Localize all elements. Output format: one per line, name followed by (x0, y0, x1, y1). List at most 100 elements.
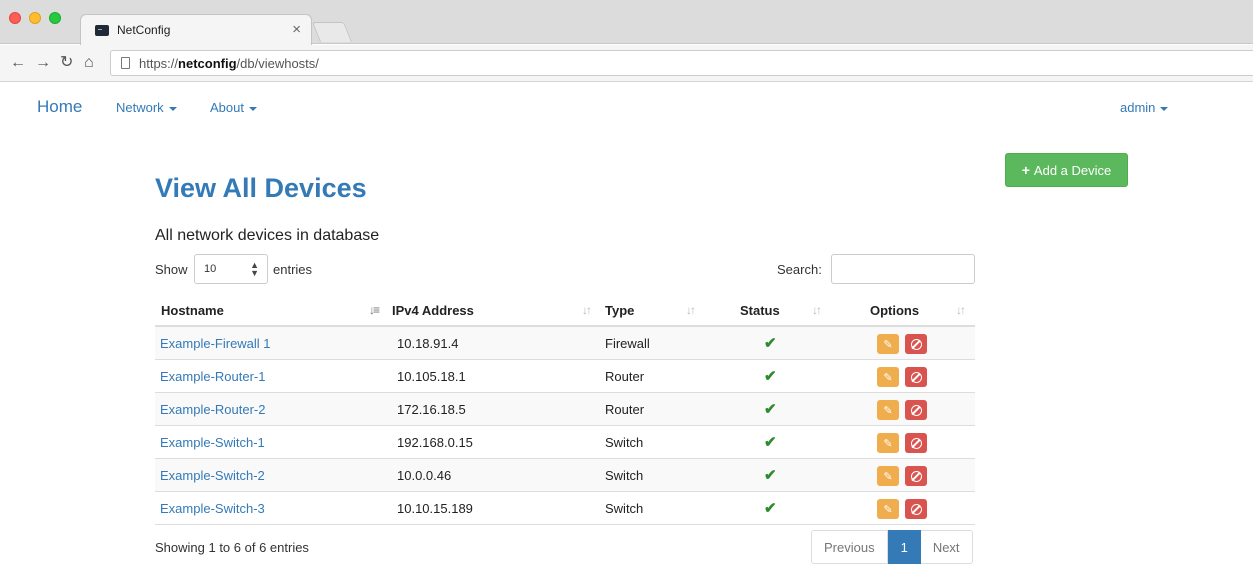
status-check-icon: ✔ (764, 368, 777, 385)
column-header-status[interactable]: Status (740, 303, 780, 318)
network-menu-label: Network (116, 100, 164, 115)
edit-button[interactable]: ✎ (877, 367, 899, 387)
new-tab-button[interactable] (311, 22, 353, 42)
delete-button[interactable] (905, 334, 927, 354)
edit-button[interactable]: ✎ (877, 400, 899, 420)
column-header-type[interactable]: Type (605, 303, 634, 318)
ban-icon (910, 503, 922, 515)
sort-asc-icon[interactable]: ↓≡ (369, 303, 380, 317)
back-arrow-icon[interactable]: ← (10, 54, 26, 72)
network-menu[interactable]: Network (116, 100, 177, 115)
tab-title: NetConfig (117, 23, 171, 37)
type-cell: Switch (605, 468, 644, 483)
show-label: Show (155, 262, 188, 277)
pencil-icon: ✎ (883, 503, 893, 516)
edit-button[interactable]: ✎ (877, 466, 899, 486)
page-title: View All Devices (155, 173, 367, 203)
column-header-ipv4[interactable]: IPv4 Address (392, 303, 474, 318)
delete-button[interactable] (905, 433, 927, 453)
ban-icon (910, 404, 922, 416)
delete-button[interactable] (905, 499, 927, 519)
sort-icon[interactable]: ↓↑ (686, 303, 696, 317)
status-check-icon: ✔ (764, 434, 777, 451)
table-header: Hostname ↓≡ IPv4 Address ↓↑ Type ↓↑ Stat… (155, 294, 975, 327)
edit-button[interactable]: ✎ (877, 433, 899, 453)
table-info: Showing 1 to 6 of 6 entries (155, 540, 309, 555)
delete-button[interactable] (905, 466, 927, 486)
sort-icon[interactable]: ↓↑ (812, 303, 822, 317)
page-size-value: 10 (204, 263, 217, 275)
select-arrows-icon: ▲ ▼ (250, 260, 259, 278)
edit-button[interactable]: ✎ (877, 334, 899, 354)
sort-icon[interactable]: ↓↑ (956, 303, 966, 317)
search-input[interactable] (831, 254, 975, 284)
caret-down-icon (168, 106, 177, 111)
sort-icon[interactable]: ↓↑ (582, 303, 592, 317)
browser-toolbar: ← → ↻ ⌂ https://netconfig/db/viewhosts/ (0, 45, 1253, 82)
home-link[interactable]: Home (37, 97, 82, 117)
pencil-icon: ✎ (883, 437, 893, 450)
about-menu[interactable]: About (210, 100, 257, 115)
table-row: Example-Switch-1 192.168.0.15 Switch ✔ ✎ (155, 426, 975, 459)
minimize-window-button[interactable] (29, 12, 41, 24)
hostname-link[interactable]: Example-Router-1 (160, 369, 266, 384)
reload-icon[interactable]: ↻ (60, 54, 73, 72)
hostname-link[interactable]: Example-Router-2 (160, 402, 266, 417)
delete-button[interactable] (905, 367, 927, 387)
type-cell: Switch (605, 435, 644, 450)
status-check-icon: ✔ (764, 500, 777, 517)
hostname-link[interactable]: Example-Switch-2 (160, 468, 265, 483)
ban-icon (910, 437, 922, 449)
address-bar[interactable]: https://netconfig/db/viewhosts/ (110, 50, 1253, 76)
pencil-icon: ✎ (883, 371, 893, 384)
pagination: Previous 1 Next (811, 530, 973, 564)
page-subtitle: All network devices in database (155, 227, 380, 244)
previous-page-button[interactable]: Previous (811, 530, 888, 564)
edit-button[interactable]: ✎ (877, 499, 899, 519)
table-row: Example-Switch-2 10.0.0.46 Switch ✔ ✎ (155, 459, 975, 492)
ban-icon (910, 371, 922, 383)
page-size-select[interactable]: 10 ▲ ▼ (194, 254, 268, 284)
type-cell: Switch (605, 501, 644, 516)
delete-button[interactable] (905, 400, 927, 420)
table-row: Example-Switch-3 10.10.15.189 Switch ✔ ✎ (155, 492, 975, 525)
ipv4-cell: 10.10.15.189 (397, 501, 473, 516)
hostname-link[interactable]: Example-Switch-3 (160, 501, 265, 516)
terminal-icon (95, 25, 109, 36)
app-navbar: Home Network About admin (0, 83, 1253, 131)
entries-label: entries (273, 262, 313, 277)
type-cell: Firewall (605, 336, 650, 351)
user-menu-label: admin (1120, 100, 1156, 115)
pencil-icon: ✎ (883, 338, 893, 351)
hostname-link[interactable]: Example-Firewall 1 (160, 336, 271, 351)
user-menu[interactable]: admin (1120, 100, 1169, 115)
browser-tab-bar: NetConfig × (0, 0, 1253, 45)
url-text: https://netconfig/db/viewhosts/ (139, 56, 319, 71)
ban-icon (910, 338, 922, 350)
table-row: Example-Firewall 1 10.18.91.4 Firewall ✔… (155, 327, 975, 360)
add-device-button[interactable]: + Add a Device (1005, 153, 1128, 187)
browser-tab[interactable]: NetConfig × (80, 14, 312, 45)
status-check-icon: ✔ (764, 335, 777, 352)
table-row: Example-Router-2 172.16.18.5 Router ✔ ✎ (155, 393, 975, 426)
pencil-icon: ✎ (883, 470, 893, 483)
forward-arrow-icon[interactable]: → (35, 54, 51, 72)
page-1-button[interactable]: 1 (887, 530, 921, 564)
home-icon[interactable]: ⌂ (84, 54, 94, 72)
close-window-button[interactable] (9, 12, 21, 24)
maximize-window-button[interactable] (49, 12, 61, 24)
about-menu-label: About (210, 100, 244, 115)
plus-icon: + (1021, 162, 1030, 178)
add-device-label: Add a Device (1033, 162, 1112, 178)
type-cell: Router (605, 369, 645, 384)
tab-close-icon[interactable]: × (292, 21, 301, 39)
column-header-hostname[interactable]: Hostname (161, 303, 224, 318)
ipv4-cell: 192.168.0.15 (397, 435, 473, 450)
ban-icon (910, 470, 922, 482)
ipv4-cell: 172.16.18.5 (397, 402, 466, 417)
column-header-options[interactable]: Options (870, 303, 919, 318)
hostname-link[interactable]: Example-Switch-1 (160, 435, 265, 450)
next-page-button[interactable]: Next (920, 530, 973, 564)
ipv4-cell: 10.105.18.1 (397, 369, 466, 384)
status-check-icon: ✔ (764, 401, 777, 418)
